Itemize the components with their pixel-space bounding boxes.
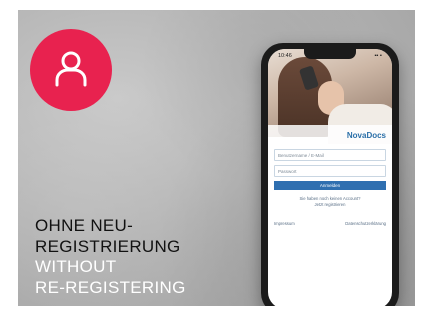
password-placeholder: Passwort	[278, 168, 297, 174]
privacy-link[interactable]: Datenschutzerklärung	[345, 221, 386, 226]
concrete-panel: OHNE NEU- REGISTRIERUNG WITHOUT RE-REGIS…	[18, 10, 415, 306]
app-logo-banner: NovaDocs	[268, 125, 392, 145]
password-field[interactable]: Passwort	[274, 165, 386, 177]
imprint-link[interactable]: Impressum	[274, 221, 295, 226]
user-badge	[30, 29, 112, 111]
smartphone: 10:46 ▪▪ ▪ NovaDocs Benutzername / E-Mai…	[261, 43, 399, 306]
phone-notch	[304, 49, 356, 59]
login-form: Benutzername / E-Mail Passwort Anmelden …	[274, 149, 386, 208]
username-placeholder: Benutzername / E-Mail	[278, 152, 324, 158]
footer-links: Impressum Datenschutzerklärung	[274, 221, 386, 226]
status-icons: ▪▪ ▪	[374, 53, 382, 59]
username-field[interactable]: Benutzername / E-Mail	[274, 149, 386, 161]
login-button[interactable]: Anmelden	[274, 181, 386, 190]
caption-line-en-1: WITHOUT	[35, 257, 117, 276]
caption-line-de-1: OHNE NEU-	[35, 216, 134, 235]
status-time: 10:46	[278, 53, 292, 59]
user-icon	[51, 48, 91, 93]
promo-card: OHNE NEU- REGISTRIERUNG WITHOUT RE-REGIS…	[0, 0, 421, 316]
phone-screen: 10:46 ▪▪ ▪ NovaDocs Benutzername / E-Mai…	[268, 49, 392, 306]
caption-line-de-2: REGISTRIERUNG	[35, 236, 181, 256]
caption: OHNE NEU- REGISTRIERUNG WITHOUT RE-REGIS…	[35, 216, 186, 298]
caption-line-en-2: RE-REGISTERING	[35, 277, 186, 297]
app-logo: NovaDocs	[346, 130, 386, 140]
register-link[interactable]: Jetzt registrieren	[274, 202, 386, 208]
